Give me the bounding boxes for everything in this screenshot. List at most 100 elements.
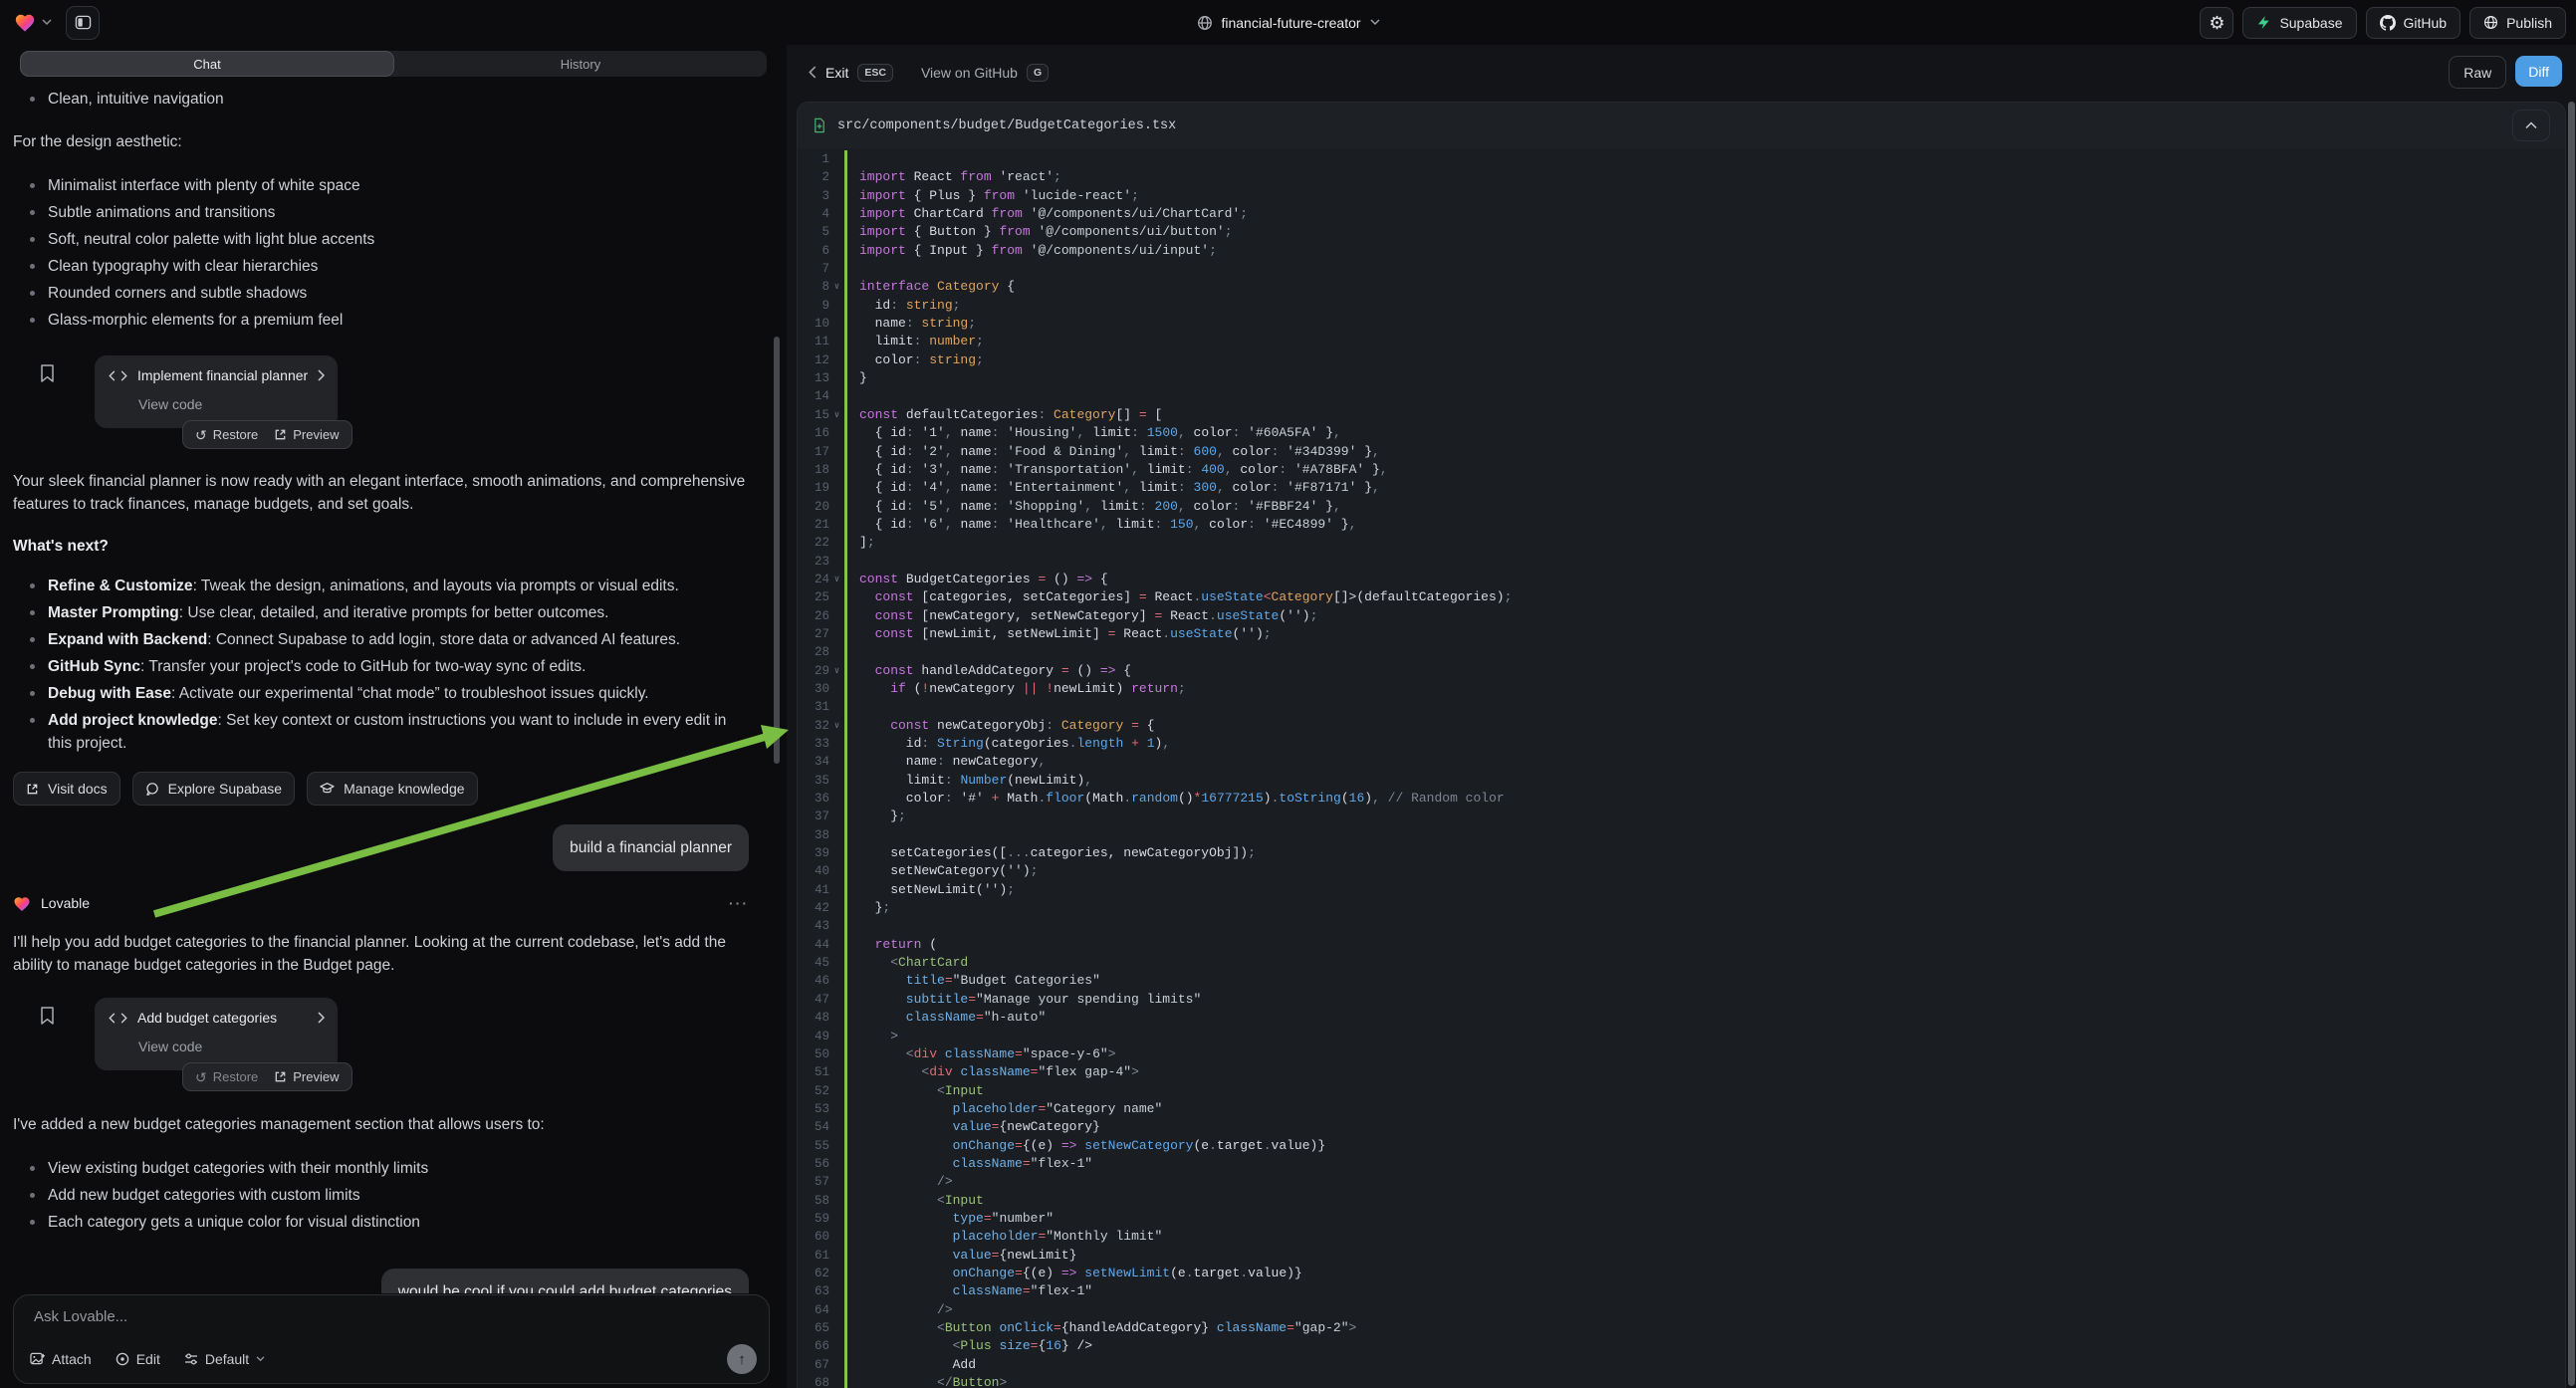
list-item: Debug with Ease: Activate our experiment… [13,682,749,705]
code-line: 1 [798,150,2565,168]
esc-key-badge: ESC [857,64,893,82]
manage-knowledge-button[interactable]: Manage knowledge [307,772,477,806]
sidebar-toggle-button[interactable] [66,6,100,40]
code-line: 66 <Plus size={16} /> [798,1337,2565,1355]
bookmark-icon[interactable] [39,1006,56,1026]
exit-button[interactable]: Exit ESC [809,64,893,82]
chevron-down-icon[interactable] [42,19,52,26]
list-item: Rounded corners and subtle shadows [13,282,749,305]
user-message-bubble: build a financial planner [553,824,749,871]
target-icon [116,1352,129,1366]
file-card: src/components/budget/BudgetCategories.t… [797,102,2566,1388]
code-line: 23 [798,553,2565,571]
attach-button[interactable]: Attach [30,1351,92,1367]
list-item: Refine & Customize: Tweak the design, an… [13,575,749,597]
code-line: 39 setCategories([...categories, newCate… [798,844,2565,862]
sliders-icon [184,1352,198,1366]
code-lines: 12import React from 'react';3import { Pl… [798,150,2565,1388]
code-line: 53 placeholder="Category name" [798,1100,2565,1118]
added-intro-paragraph: I've added a new budget categories manag… [13,1113,749,1136]
globe-icon [1196,15,1212,31]
code-line: 11 limit: number; [798,333,2565,350]
code-line: 19 { id: '4', name: 'Entertainment', lim… [798,479,2565,497]
chevron-down-icon [256,1356,265,1362]
publish-button[interactable]: Publish [2469,7,2566,39]
restore-preview-pill: ↺Restore Preview [182,1062,352,1091]
tab-chat[interactable]: Chat [20,51,394,77]
code-line: 38 [798,826,2565,844]
github-icon [2380,15,2396,31]
view-code-link[interactable]: View code [138,1036,324,1058]
chat-input[interactable] [32,1307,751,1326]
code-toolbar: Exit ESC View on GitHub G Raw Diff [787,45,2576,100]
supabase-button[interactable]: Supabase [2242,7,2356,39]
code-line: 60 placeholder="Monthly limit" [798,1228,2565,1246]
restore-icon: ↺ [195,1070,207,1084]
project-selector[interactable]: financial-future-creator [1196,0,1379,45]
external-link-icon [26,783,39,796]
message-menu-button[interactable]: ··· [729,892,749,915]
raw-toggle-button[interactable]: Raw [2449,56,2506,89]
restore-button[interactable]: ↺Restore [195,423,258,446]
bookmark-icon[interactable] [39,363,56,383]
preview-button[interactable]: Preview [274,1065,339,1088]
send-button[interactable]: ↑ [727,1344,757,1374]
code-line: 59 type="number" [798,1210,2565,1228]
list-item: Soft, neutral color palette with light b… [13,228,749,251]
diff-toggle-button[interactable]: Diff [2515,56,2562,87]
restore-button[interactable]: ↺Restore [195,1065,258,1088]
code-line: 64 /> [798,1301,2565,1319]
external-link-icon [274,1070,287,1083]
code-line: 68 </Button> [798,1374,2565,1388]
explore-supabase-button[interactable]: Explore Supabase [132,772,295,806]
mode-selector[interactable]: Default [184,1351,265,1367]
github-button[interactable]: GitHub [2366,7,2461,39]
code-line: 62 onChange={(e) => setNewLimit(e.target… [798,1265,2565,1282]
chat-scrollback[interactable]: Clean, intuitive navigation For the desi… [0,83,787,1293]
user-message-bubble: would be cool if you could add budget ca… [381,1269,749,1293]
edit-button[interactable]: Edit [116,1351,160,1367]
action-chips: Visit docs Explore Supabase Manage knowl… [13,772,749,806]
code-line: 58 <Input [798,1192,2565,1210]
code-line: 20 { id: '5', name: 'Shopping', limit: 2… [798,498,2565,516]
code-line: 54 value={newCategory} [798,1118,2565,1136]
preview-button[interactable]: Preview [274,423,339,446]
reply-paragraph: I'll help you add budget categories to t… [13,931,749,977]
code-line: 5import { Button } from '@/components/ui… [798,223,2565,241]
settings-button[interactable]: ⚙ [2200,7,2233,39]
code-line: 40 setNewCategory(''); [798,862,2565,880]
assistant-name: Lovable [41,892,90,915]
code-line: 52 <Input [798,1082,2565,1100]
code-line: 9 id: string; [798,297,2565,315]
code-line: 67 Add [798,1356,2565,1374]
code-line: 65 <Button onClick={handleAddCategory} c… [798,1319,2565,1337]
code-line: 16 { id: '1', name: 'Housing', limit: 15… [798,424,2565,442]
view-code-link[interactable]: View code [138,393,324,416]
code-panel: Exit ESC View on GitHub G Raw Diff src/c… [787,45,2576,1388]
code-line: 28 [798,643,2565,661]
restore-icon: ↺ [195,428,207,442]
snippet-card-add-budget-categories[interactable]: Add budget categories View code ↺Restore… [95,998,338,1070]
lovable-logo[interactable] [14,12,36,34]
code-scrollbar[interactable] [2568,102,2575,1386]
code-line: 41 setNewLimit(''); [798,881,2565,899]
list-item: Minimalist interface with plenty of whit… [13,174,749,197]
gear-icon: ⚙ [2209,14,2225,32]
chat-scrollbar[interactable] [774,337,780,764]
code-line: 33 id: String(categories.length + 1), [798,735,2565,753]
graduation-cap-icon [320,782,335,796]
list-item: Clean, intuitive navigation [13,88,749,111]
code-editor[interactable]: 12import React from 'react';3import { Pl… [798,148,2565,1388]
code-line: 14 [798,387,2565,405]
tab-history[interactable]: History [394,51,767,77]
chat-panel: Chat History Clean, intuitive navigation… [0,45,787,1388]
collapse-file-button[interactable] [2512,110,2550,141]
list-item: View existing budget categories with the… [13,1157,749,1180]
visit-docs-button[interactable]: Visit docs [13,772,120,806]
code-line: 50 <div className="space-y-6"> [798,1045,2565,1063]
snippet-card-implement-financial-planner[interactable]: Implement financial planner View code ↺R… [95,355,338,428]
code-line: 25 const [categories, setCategories] = R… [798,588,2565,606]
code-line: 37 }; [798,808,2565,825]
code-line: 57 /> [798,1173,2565,1191]
view-on-github-button[interactable]: View on GitHub G [921,64,1049,82]
